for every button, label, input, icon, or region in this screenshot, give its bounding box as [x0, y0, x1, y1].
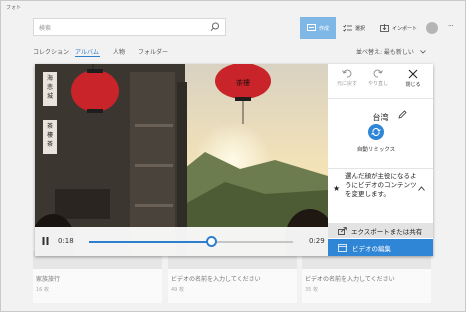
photos-window: フォト 検索 作成 選択 インポート ··· コレクション アルバム 人物 フォ…: [0, 0, 466, 312]
undo-button[interactable]: 元に戻す: [331, 68, 363, 96]
album-count: 35 枚: [305, 287, 318, 293]
close-icon: [408, 69, 418, 79]
current-time: 0:18: [58, 237, 74, 245]
create-button[interactable]: 作成: [300, 17, 336, 39]
import-button[interactable]: インポート: [376, 17, 422, 39]
create-icon: [306, 24, 316, 31]
seek-handle[interactable]: [206, 236, 218, 247]
tab-folders[interactable]: フォルダー: [138, 47, 168, 56]
seek-progress-fill: [89, 241, 212, 243]
export-label: エクスポートまたは共有: [351, 227, 423, 236]
undo-label: 元に戻す: [336, 81, 357, 87]
share-icon: [338, 226, 347, 235]
seek-track[interactable]: [89, 236, 293, 247]
avatar[interactable]: [426, 22, 438, 34]
album-tile[interactable]: 家族旅行 16 枚: [33, 251, 162, 303]
export-share-button[interactable]: エクスポートまたは共有: [328, 223, 433, 238]
album-name: ビデオの名前を入力してください: [171, 276, 261, 283]
search-box[interactable]: 検索: [33, 18, 226, 36]
edit-video-button[interactable]: ビデオの編集: [328, 239, 433, 256]
create-label: 作成: [318, 25, 329, 32]
chevron-up-icon[interactable]: [418, 186, 425, 191]
svg-text:海: 海: [47, 74, 53, 82]
svg-text:茶: 茶: [47, 140, 53, 148]
close-label: 閉じる: [405, 82, 421, 88]
playback-controls: 0:18 0:29: [35, 227, 328, 256]
video-preview[interactable]: 海 悲 城 茶 樓 茶 茶樓 0:18 0:29: [35, 64, 328, 256]
select-button[interactable]: 選択: [339, 17, 373, 39]
top-bar: 検索 作成 選択 インポート ···: [1, 13, 465, 43]
star-icon: ★: [333, 184, 341, 193]
video-editor-dialog: 海 悲 城 茶 樓 茶 茶樓 0:18 0:29 元に戻す やり直し 閉じる 台…: [35, 64, 433, 256]
svg-text:悲: 悲: [47, 83, 53, 91]
panel-divider: [328, 98, 433, 99]
more-options-button[interactable]: ···: [448, 22, 454, 30]
redo-label: やり直し: [367, 81, 388, 87]
tab-people[interactable]: 人物: [113, 47, 125, 56]
svg-text:茶樓: 茶樓: [236, 78, 250, 87]
import-icon: [380, 24, 389, 32]
redo-button[interactable]: やり直し: [362, 68, 394, 96]
active-tab-indicator: [75, 56, 100, 57]
redo-icon: [373, 69, 383, 78]
nav-tabs: コレクション アルバム 人物 フォルダー 並べ替え: 最も新しい: [1, 43, 465, 59]
search-input[interactable]: 検索: [39, 23, 51, 32]
import-label: インポート: [392, 25, 418, 32]
album-name: 家族旅行: [36, 276, 61, 283]
svg-text:茶: 茶: [47, 122, 53, 130]
search-icon: [210, 22, 219, 31]
album-count: 16 枚: [36, 287, 49, 293]
pause-icon[interactable]: [42, 237, 49, 245]
video-edit-icon: [338, 243, 347, 252]
checklist-icon: [343, 24, 352, 32]
sort-label: 並べ替え: 最も新しい: [356, 49, 414, 56]
remix-icon: [371, 127, 381, 137]
edit-label: ビデオの編集: [352, 244, 391, 253]
window-title: フォト: [6, 5, 22, 11]
remix-button[interactable]: [368, 124, 384, 140]
video-title: 台湾: [372, 113, 389, 122]
end-time: 0:29: [309, 237, 325, 245]
album-count: 49 枚: [171, 287, 184, 293]
chevron-down-icon: [420, 50, 426, 54]
svg-text:城: 城: [47, 93, 53, 100]
album-name: ビデオの名前を入力してください: [305, 276, 395, 283]
close-button[interactable]: 閉じる: [397, 68, 429, 96]
tab-collection[interactable]: コレクション: [33, 47, 69, 56]
pencil-icon[interactable]: [398, 110, 407, 119]
edit-side-panel: 元に戻す やり直し 閉じる 台湾 自動リミックス ★ 選んだ顔が主役になるように…: [328, 64, 433, 256]
select-label: 選択: [355, 25, 366, 32]
sort-dropdown[interactable]: 並べ替え: 最も新しい: [356, 47, 426, 56]
remix-description: 選んだ顔が主役になるようにビデオのコンテンツを変更します。: [345, 172, 417, 198]
album-tile[interactable]: ビデオの名前を入力してください 35 枚: [302, 251, 431, 303]
panel-divider: [328, 168, 433, 169]
tab-albums[interactable]: アルバム: [75, 47, 99, 56]
svg-text:樓: 樓: [47, 131, 53, 139]
remix-label: 自動リミックス: [356, 147, 396, 153]
undo-icon: [342, 69, 352, 78]
album-tile[interactable]: ビデオの名前を入力してください 49 枚: [168, 251, 297, 303]
